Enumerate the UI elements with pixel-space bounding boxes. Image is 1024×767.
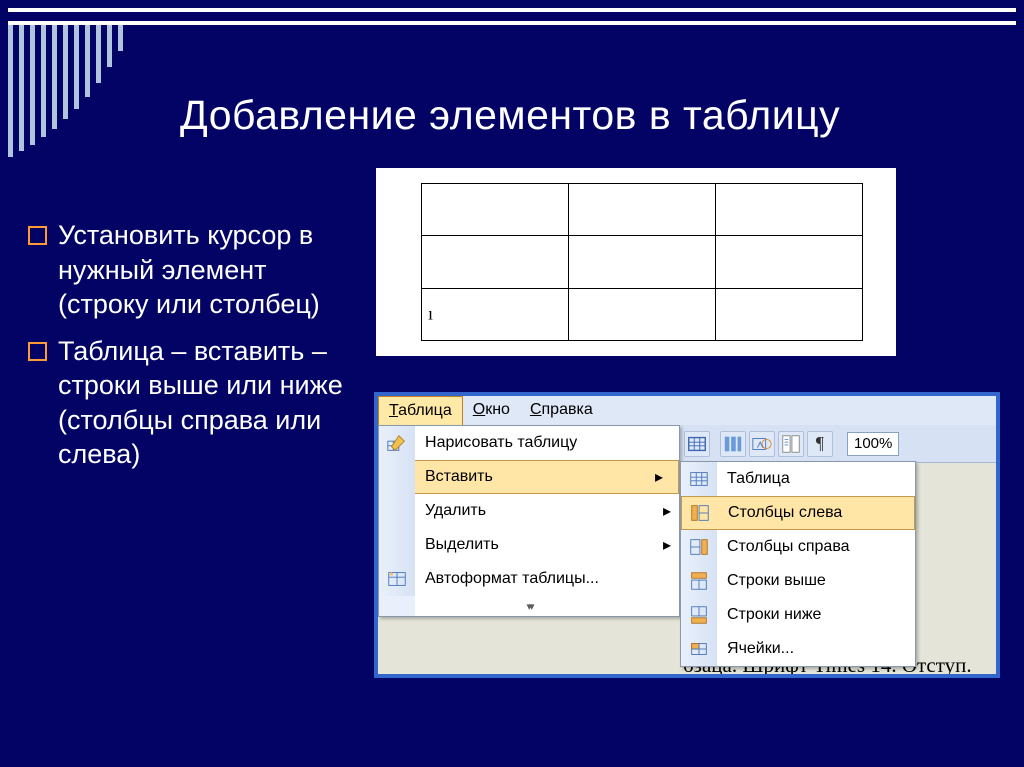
stripe-decoration: [8, 25, 123, 157]
toolbar-pilcrow-icon[interactable]: ¶: [807, 431, 833, 457]
slide-top-border: [8, 8, 1016, 25]
bullet-list: Установить курсор в нужный элемент (стро…: [18, 218, 363, 484]
dropdown-table-menu: Нарисовать таблицу Вставить ▸ Удалить ▸ …: [378, 425, 680, 617]
word-menu-screenshot: Таблица Окно Справка ¶ 100% імвола. шриф…: [374, 392, 1000, 678]
zoom-display[interactable]: 100%: [847, 432, 899, 456]
autoformat-icon: [379, 562, 415, 596]
toolbar-table-icon[interactable]: [684, 431, 710, 457]
bullet-item: Таблица – вставить – строки выше или ниж…: [18, 334, 363, 472]
menu-spravka[interactable]: Справка: [520, 396, 603, 425]
menu-delete[interactable]: Удалить ▸: [379, 494, 679, 528]
toolbar-drawing-icon[interactable]: [749, 431, 775, 457]
cols-left-icon: [682, 497, 718, 529]
submenu-table[interactable]: Таблица: [681, 462, 915, 496]
menu-insert[interactable]: Вставить ▸: [379, 460, 679, 494]
table-icon: [681, 462, 717, 496]
submenu-rows-below[interactable]: Строки ниже: [681, 598, 915, 632]
rows-above-icon: [681, 564, 717, 598]
bullet-item: Установить курсор в нужный элемент (стро…: [18, 218, 363, 322]
submenu-cols-left[interactable]: Столбцы слева: [681, 496, 915, 530]
submenu-rows-above[interactable]: Строки выше: [681, 564, 915, 598]
menu-draw-table[interactable]: Нарисовать таблицу: [379, 426, 679, 460]
pencil-table-icon: [379, 426, 415, 460]
submenu-insert: Таблица Столбцы слева Столбцы справа Стр…: [680, 461, 916, 667]
menubar: Таблица Окно Справка: [378, 396, 996, 426]
toolbar: ¶ 100%: [680, 425, 996, 463]
slide-title: Добавление элементов в таблицу: [180, 92, 840, 139]
submenu-cols-right[interactable]: Столбцы справа: [681, 530, 915, 564]
sample-table: ı: [376, 168, 896, 356]
menu-okno[interactable]: Окно: [463, 396, 520, 425]
cols-right-icon: [681, 530, 717, 564]
toolbar-columns-icon[interactable]: [720, 431, 746, 457]
cells-icon: [681, 632, 717, 666]
submenu-cells[interactable]: Ячейки...: [681, 632, 915, 666]
rows-below-icon: [681, 598, 717, 632]
menu-select[interactable]: Выделить ▸: [379, 528, 679, 562]
menu-autoformat[interactable]: Автоформат таблицы...: [379, 562, 679, 596]
menu-expand-chevron[interactable]: ▾▾: [379, 596, 679, 616]
menu-tablitsa[interactable]: Таблица: [378, 396, 463, 425]
text-cursor: ı: [428, 304, 433, 325]
toolbar-docmap-icon[interactable]: [778, 431, 804, 457]
